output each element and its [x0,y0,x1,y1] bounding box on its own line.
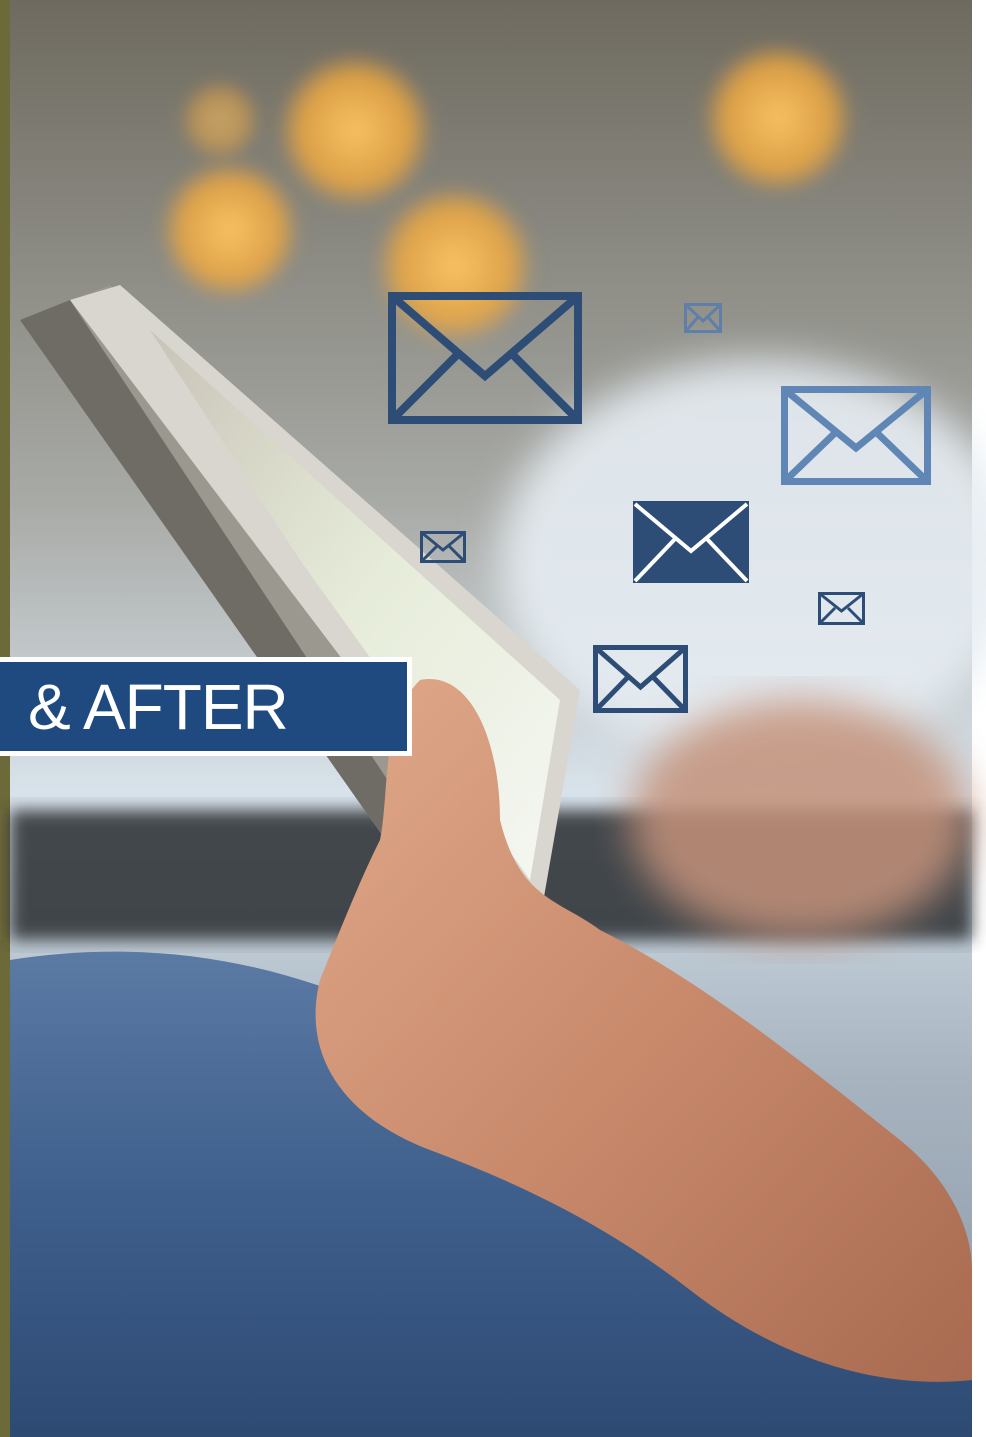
envelope-outline-icon [388,292,582,424]
envelope-outline-tiny-icon [818,592,865,625]
banner-title: & AFTER [28,670,289,743]
envelope-outline-icon [593,645,688,713]
envelope-outline-tiny-icon [420,531,466,563]
title-banner: & AFTER [0,657,412,756]
envelope-filled-icon [633,501,749,583]
envelope-outline-small-icon [684,303,722,333]
envelope-outline-light-icon [781,386,931,485]
